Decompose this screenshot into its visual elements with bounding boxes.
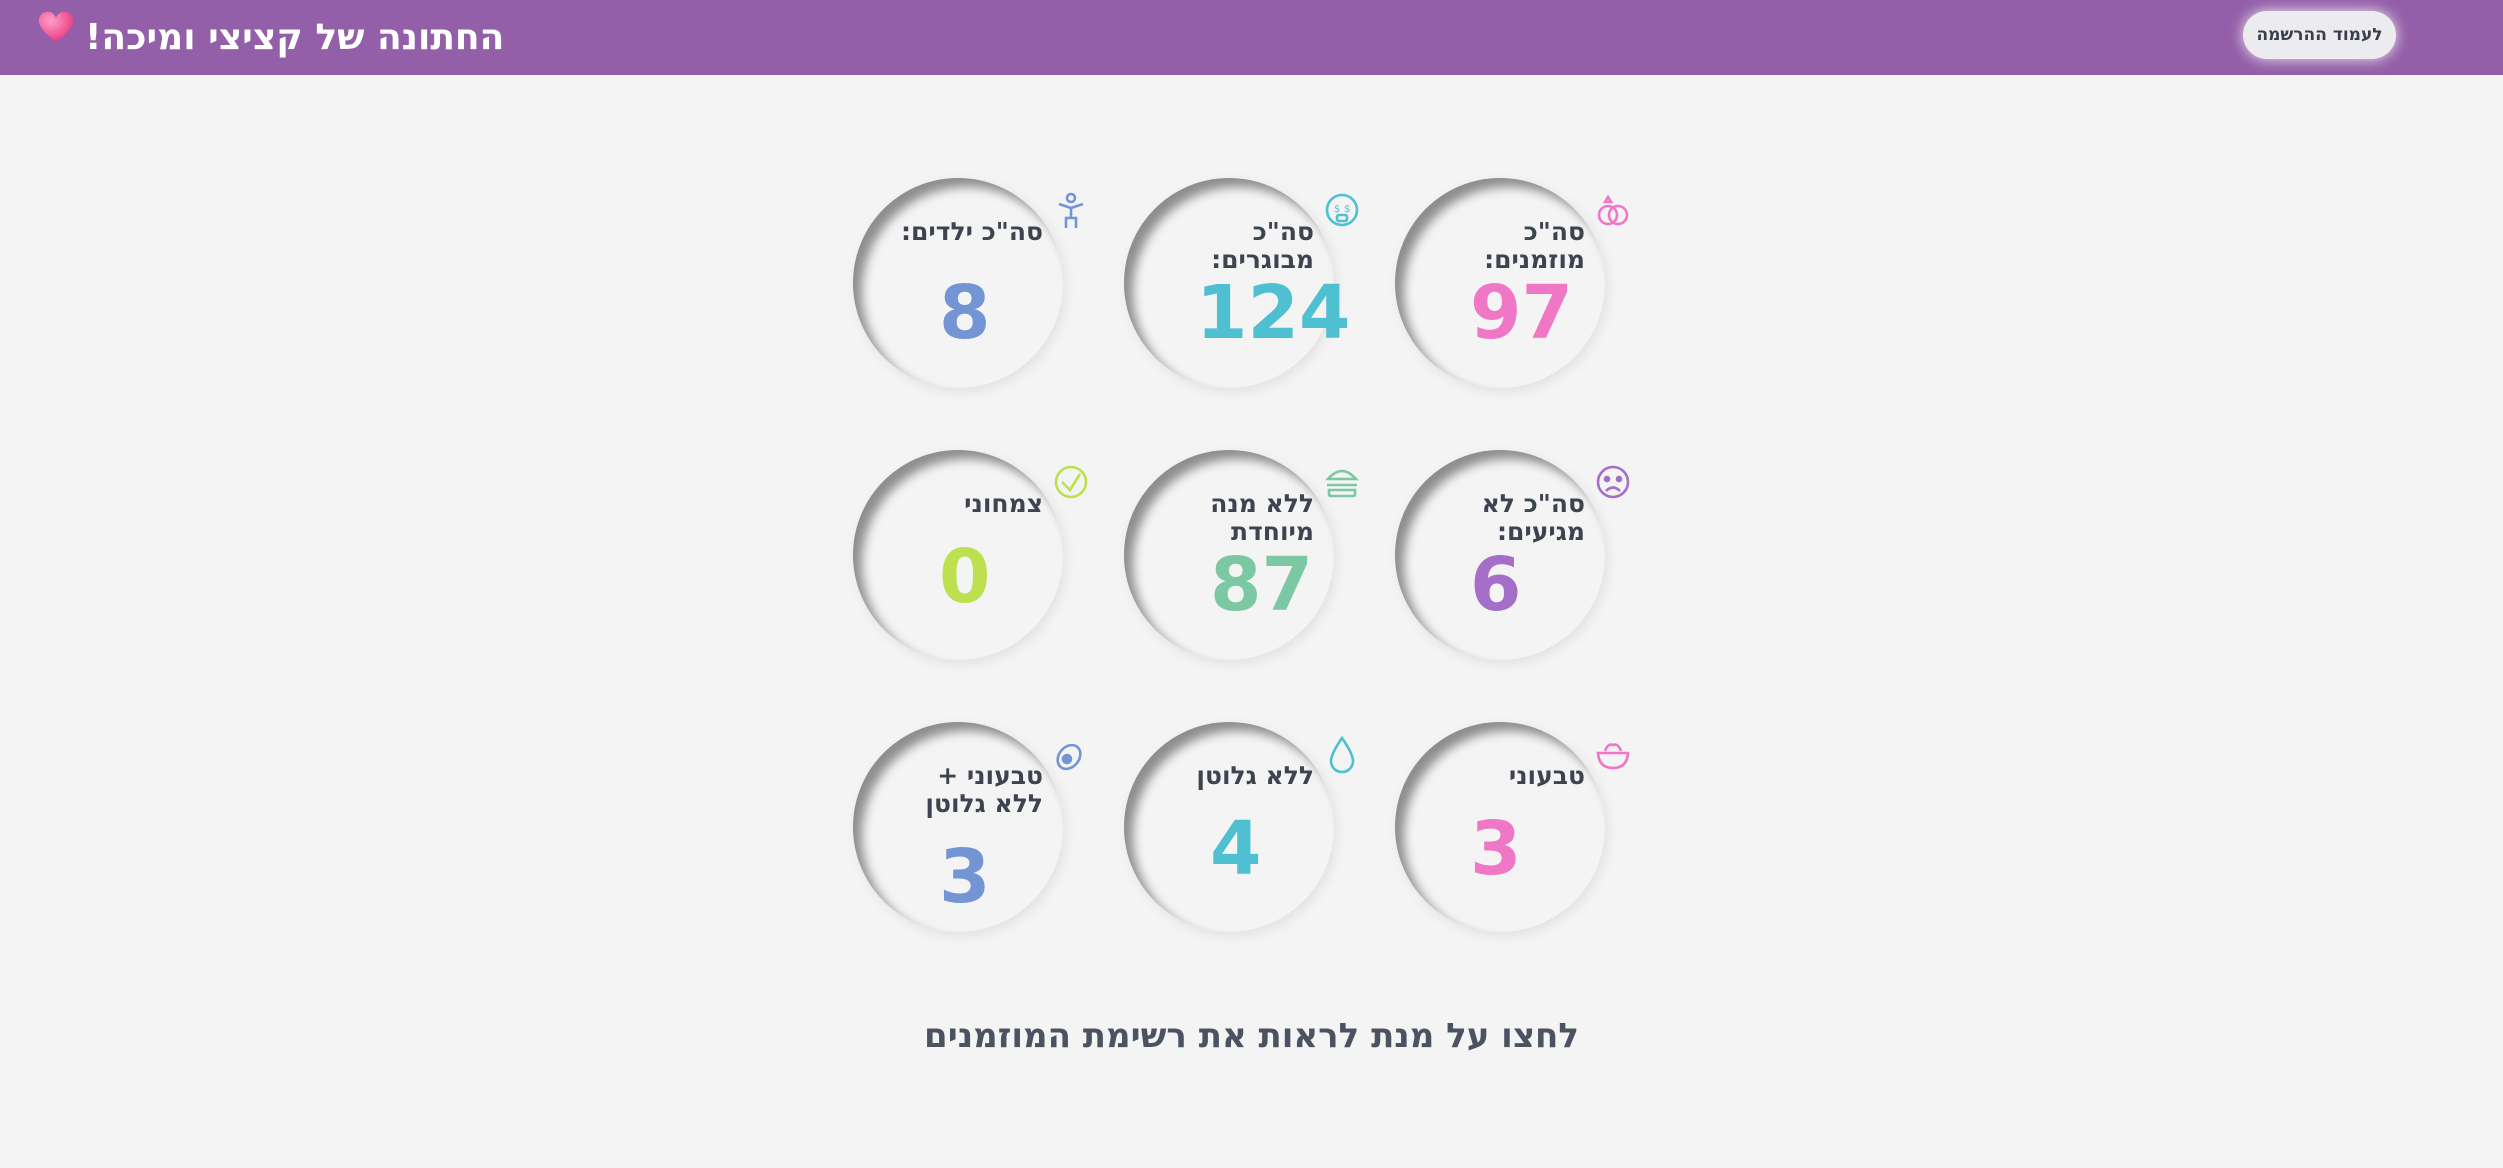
stat-card-vegan-gluten-free[interactable]: טבעוני + ללא גלוטן 3 (853, 722, 1123, 992)
stat-value: 87 (1210, 542, 1313, 628)
stat-card-total-adults[interactable]: $ $ סה"כ מבוגרים: 124 (1124, 178, 1394, 448)
stat-label: סה"כ מבוגרים: (1211, 217, 1314, 274)
stat-card-vegan[interactable]: טבעוני 3 (1395, 722, 1665, 992)
stat-label: סה"כ לא מגיעים: (1481, 489, 1585, 546)
stat-value: 3 (939, 834, 991, 920)
stat-card-gluten-free[interactable]: ללא גלוטן 4 (1124, 722, 1394, 992)
stat-card-total-children[interactable]: סה"כ ילדים: 8 (853, 178, 1123, 448)
stat-label: ללא גלוטן (1196, 761, 1314, 790)
stat-card-no-special-meal[interactable]: ללא מנה מיוחדת 87 (1124, 450, 1394, 720)
stat-value: 4 (1210, 806, 1262, 892)
stat-label: ללא מנה מיוחדת (1210, 489, 1314, 546)
svg-text:$: $ (1344, 204, 1350, 215)
svg-text:$: $ (1334, 204, 1340, 215)
stat-card-vegetarian[interactable]: צמחוני 0 (853, 450, 1123, 720)
stat-value: 97 (1470, 270, 1573, 356)
stat-value: 124 (1196, 270, 1351, 356)
stat-value: 0 (939, 534, 991, 620)
rings-icon (1597, 194, 1629, 226)
guest-list-link[interactable]: לחצו על מנת לראות את רשימת המוזמנים (0, 1016, 2503, 1056)
stat-label: סה"כ ילדים: (900, 217, 1043, 246)
stat-label: צמחוני (964, 489, 1043, 518)
stat-value: 3 (1470, 806, 1522, 892)
avocado-icon (1056, 743, 1082, 771)
stat-label: טבעוני + ללא גלוטן (925, 761, 1043, 818)
stat-value: 8 (939, 270, 991, 356)
stat-label: סה"כ מוזמנים: (1484, 217, 1585, 274)
salad-bowl-icon (1596, 743, 1630, 770)
drop-icon (1329, 735, 1355, 774)
stat-value: 6 (1470, 542, 1522, 628)
heart-icon (38, 11, 74, 42)
stat-card-total-invited[interactable]: סה"כ מוזמנים: 97 (1395, 178, 1665, 448)
registration-page-button[interactable]: לעמוד ההרשמה (2243, 11, 2396, 59)
stat-card-not-attending[interactable]: סה"כ לא מגיעים: 6 (1395, 450, 1665, 720)
header-bar: החתונה של קציצי ומיכה! לעמוד ההרשמה (0, 0, 2503, 75)
sad-face-icon (1596, 465, 1630, 499)
vegetarian-icon (1054, 465, 1088, 499)
page-title: החתונה של קציצי ומיכה! (85, 17, 505, 58)
stat-label: טבעוני (1508, 761, 1585, 790)
adult-face-icon: $ $ (1325, 193, 1359, 227)
burger-icon (1325, 469, 1359, 498)
child-icon (1058, 192, 1084, 228)
